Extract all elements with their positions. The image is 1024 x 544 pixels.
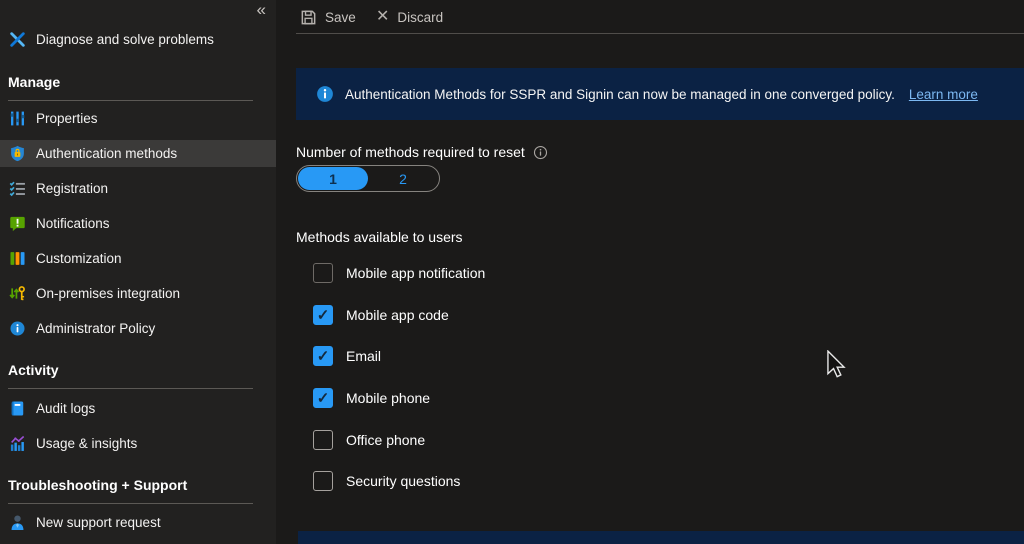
sidebar-section-activity: Activity [8, 362, 59, 378]
sidebar-item-label: Customization [36, 251, 122, 266]
checkbox[interactable] [313, 305, 333, 325]
checkbox-row-mobile-app-code[interactable]: Mobile app code [313, 304, 449, 326]
learn-more-link[interactable]: Learn more [909, 87, 978, 102]
sidebar-item-authentication-methods[interactable]: Authentication methods [0, 140, 276, 167]
sidebar-item-label: Audit logs [36, 401, 95, 416]
sync-key-icon [8, 284, 26, 302]
checkbox-label: Email [346, 348, 381, 364]
checkbox-row-security-questions[interactable]: Security questions [313, 470, 460, 492]
sidebar: « Diagnose and solve problems Manage Pro… [0, 0, 276, 544]
checkbox[interactable] [313, 388, 333, 408]
sidebar-item-diagnose-and-solve-problems[interactable]: Diagnose and solve problems [0, 26, 276, 52]
checkbox-row-mobile-phone[interactable]: Mobile phone [313, 387, 430, 409]
sidebar-item-label: New support request [36, 515, 161, 530]
sidebar-item-audit-logs[interactable]: Audit logs [0, 395, 276, 421]
save-label: Save [325, 10, 356, 25]
toolbar-divider [296, 33, 1024, 34]
sidebar-item-registration[interactable]: Registration [0, 175, 276, 201]
methods-required-label: Number of methods required to reset [296, 144, 548, 160]
checkbox-label: Mobile app notification [346, 265, 485, 281]
sidebar-item-properties[interactable]: Properties [0, 105, 276, 131]
save-icon [300, 9, 317, 26]
methods-required-toggle[interactable]: 1 2 [296, 165, 440, 192]
mouse-cursor [826, 350, 846, 379]
checkbox-row-mobile-app-notification[interactable]: Mobile app notification [313, 262, 485, 284]
sidebar-item-label: On-premises integration [36, 286, 180, 301]
sidebar-item-label: Usage & insights [36, 436, 137, 451]
sidebar-item-notifications[interactable]: Notifications [0, 210, 276, 236]
divider [8, 100, 253, 101]
sidebar-item-label: Authentication methods [36, 146, 177, 161]
sidebar-item-label: Registration [36, 181, 108, 196]
save-button[interactable]: Save [300, 4, 356, 30]
sidebar-item-label: Notifications [36, 216, 110, 231]
checkbox[interactable] [313, 430, 333, 450]
sidebar-item-administrator-policy[interactable]: Administrator Policy [0, 315, 276, 341]
usage-chart-icon [8, 434, 26, 452]
audit-book-icon [8, 399, 26, 417]
sidebar-item-customization[interactable]: Customization [0, 245, 276, 271]
checkbox-row-office-phone[interactable]: Office phone [313, 429, 425, 451]
customization-bars-icon [8, 249, 26, 267]
bottom-banner-strip [298, 531, 1024, 544]
info-icon [316, 85, 334, 103]
checkbox[interactable] [313, 263, 333, 283]
methods-required-label-text: Number of methods required to reset [296, 144, 525, 160]
checkbox-label: Office phone [346, 432, 425, 448]
info-outline-icon[interactable] [533, 145, 548, 160]
info-banner: Authentication Methods for SSPR and Sign… [296, 68, 1024, 120]
tools-icon [8, 30, 26, 48]
sidebar-item-new-support-request[interactable]: New support request [0, 509, 276, 535]
sliders-icon [8, 109, 26, 127]
divider [8, 388, 253, 389]
person-icon [8, 513, 26, 531]
info-circle-icon [8, 319, 26, 337]
discard-label: Discard [397, 10, 443, 25]
discard-button[interactable]: ✕ Discard [376, 4, 443, 30]
checkbox-row-email[interactable]: Email [313, 345, 381, 367]
checkbox-label: Mobile app code [346, 307, 449, 323]
checkbox[interactable] [313, 346, 333, 366]
methods-available-label: Methods available to users [296, 229, 463, 245]
checklist-icon [8, 179, 26, 197]
toggle-option-2[interactable]: 2 [368, 167, 438, 190]
sidebar-section-manage: Manage [8, 74, 60, 90]
methods-available-label-text: Methods available to users [296, 229, 463, 245]
checkbox-label: Security questions [346, 473, 460, 489]
shield-lock-icon [8, 145, 26, 163]
close-icon: ✕ [376, 9, 389, 25]
sidebar-item-usage-insights[interactable]: Usage & insights [0, 430, 276, 456]
notification-icon [8, 214, 26, 232]
sidebar-item-label: Diagnose and solve problems [36, 32, 214, 47]
sidebar-item-on-premises-integration[interactable]: On-premises integration [0, 280, 276, 306]
sidebar-section-troubleshooting-support: Troubleshooting + Support [8, 477, 187, 493]
checkbox-label: Mobile phone [346, 390, 430, 406]
collapse-sidebar-icon[interactable]: « [257, 0, 266, 20]
divider [8, 503, 253, 504]
toggle-option-1[interactable]: 1 [298, 167, 368, 190]
sidebar-item-label: Administrator Policy [36, 321, 155, 336]
sidebar-item-label: Properties [36, 111, 98, 126]
checkbox[interactable] [313, 471, 333, 491]
banner-text: Authentication Methods for SSPR and Sign… [345, 87, 895, 102]
